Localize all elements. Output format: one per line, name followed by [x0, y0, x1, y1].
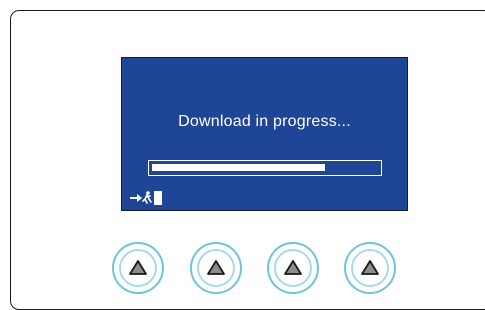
button-1[interactable]: [112, 242, 164, 294]
triangle-up-icon: [207, 260, 225, 275]
device-panel: Download in progress...: [10, 10, 485, 310]
progress-bar: [148, 160, 382, 176]
display-screen: Download in progress...: [121, 57, 408, 211]
exit-door-icon[interactable]: [129, 190, 163, 206]
triangle-up-icon: [361, 260, 379, 275]
button-4[interactable]: [344, 242, 396, 294]
status-message: Download in progress...: [178, 113, 351, 130]
triangle-up-icon: [284, 260, 302, 275]
button-2[interactable]: [190, 242, 242, 294]
button-3[interactable]: [267, 242, 319, 294]
progress-bar-fill: [152, 164, 325, 171]
triangle-up-icon: [129, 260, 147, 275]
